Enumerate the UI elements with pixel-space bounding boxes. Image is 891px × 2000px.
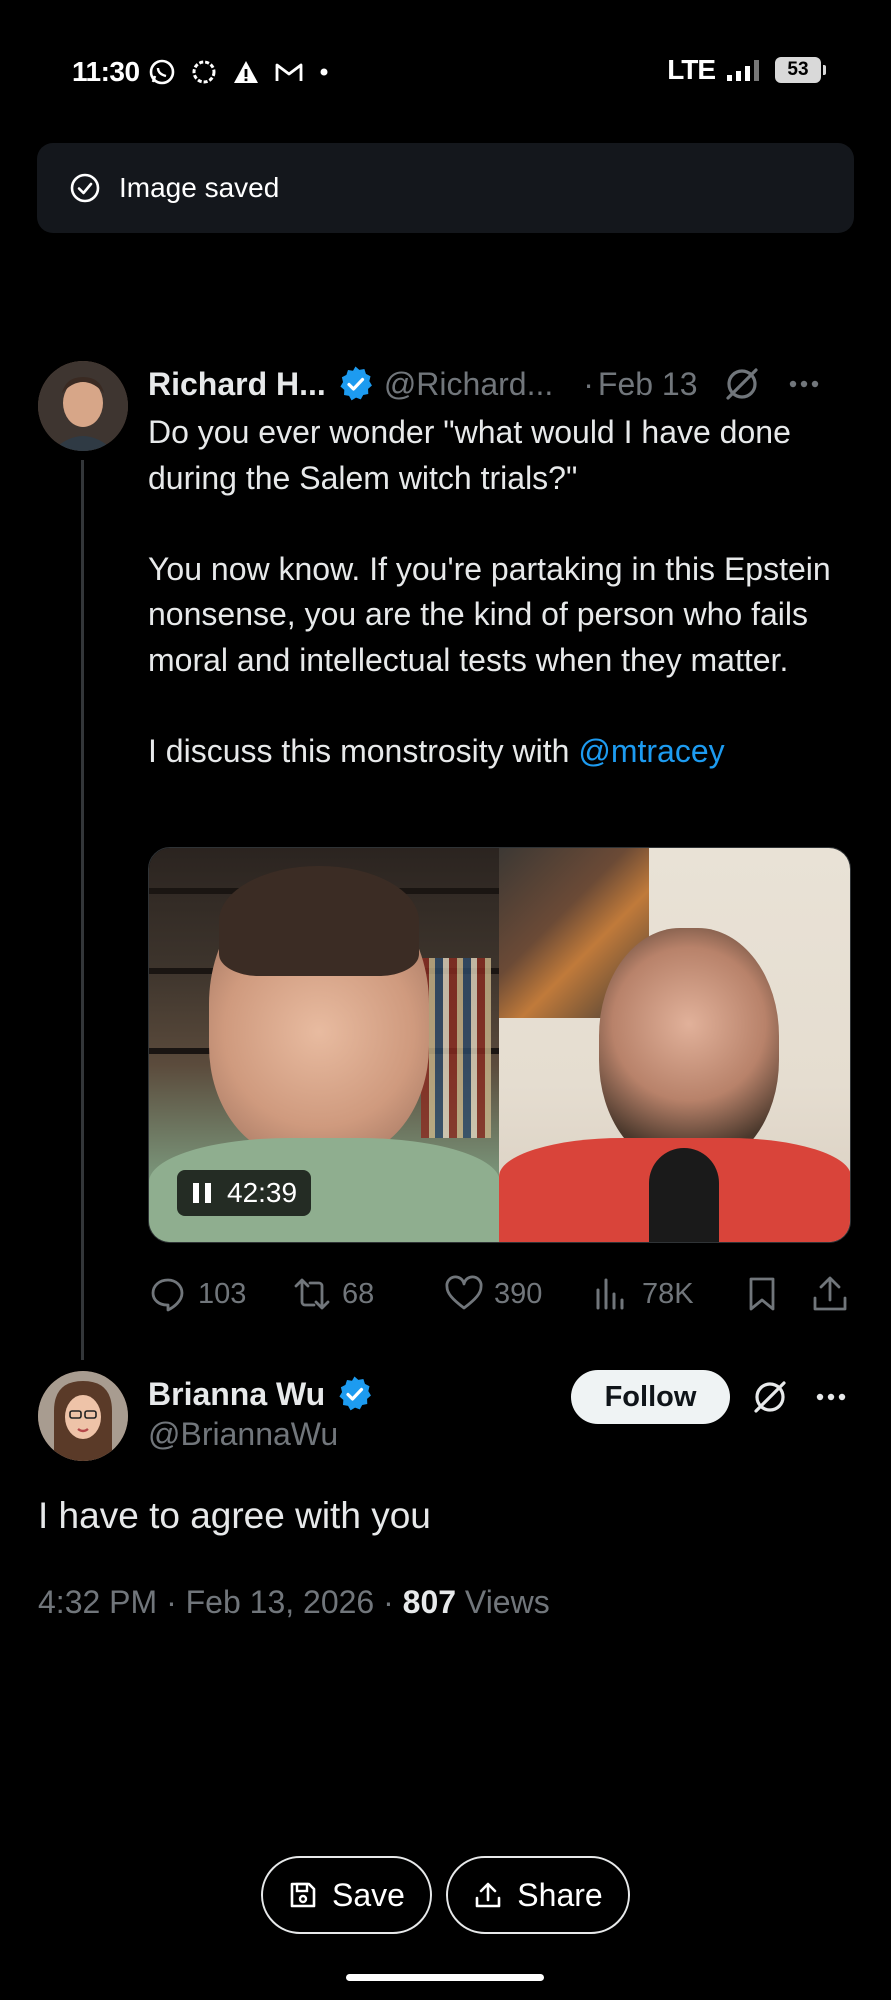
grok-icon[interactable] [750,1377,790,1417]
reply-text: I have to agree with you [38,1495,431,1536]
battery-indicator: 53 [775,57,826,83]
mention-link[interactable]: @mtracey [578,733,724,769]
dot-icon [320,68,328,76]
retweet-count: 68 [342,1277,375,1310]
like-count: 390 [494,1277,543,1310]
reply-views-count[interactable]: 807 [403,1584,456,1620]
tweet-paragraph-2: You now know. If you're partaking in thi… [148,550,831,678]
tweet-header: Richard H... @Richard... · Feb 13 [148,362,853,406]
reply-views-label: Views [456,1584,550,1620]
retweet-button[interactable]: 68 [292,1270,374,1318]
reply-author-name[interactable]: Brianna Wu [148,1376,325,1413]
signal-icon [727,60,759,81]
author-name[interactable]: Richard H... [148,366,326,403]
tweet-paragraph-1: Do you ever wonder "what would I have do… [148,414,791,496]
tweet-actions: 103 68 390 78K [148,1270,853,1318]
share-label: Share [517,1876,603,1913]
views-button[interactable]: 78K [592,1270,694,1318]
more-options-icon[interactable] [811,1377,851,1417]
avatar-richard[interactable] [38,361,128,451]
network-label: LTE [667,54,716,85]
tweet-text: Do you ever wonder "what would I have do… [148,410,858,774]
thread-line [81,460,84,1360]
follow-button[interactable]: Follow [571,1370,730,1424]
retweet-icon [294,1278,330,1310]
pause-icon[interactable] [191,1181,213,1205]
chat-bubble-icon [192,60,216,84]
status-right: LTE 53 [667,54,826,86]
tweet-paragraph-3-text: I discuss this monstrosity with [148,732,579,769]
heart-icon [445,1275,483,1310]
toast-text: Image saved [119,172,280,203]
reply-button[interactable]: 103 [148,1270,246,1318]
status-bar: 11:30 LTE 53 [0,0,891,145]
status-time: 11:30 [72,56,140,87]
video-right-panel [499,848,850,1242]
home-indicator[interactable] [346,1974,544,1981]
save-button[interactable]: Save [261,1856,432,1934]
verified-badge-icon [340,366,372,401]
bookmark-icon [749,1277,775,1311]
views-count: 78K [642,1277,694,1310]
tweet-date[interactable]: Feb 13 [598,366,698,403]
views-chart-icon [596,1278,624,1310]
share-upload-icon [475,1882,501,1908]
bookmark-button[interactable] [742,1270,782,1318]
notification-icons [148,56,330,88]
verified-badge-icon [339,1376,372,1411]
reply-timestamp: 4:32 PM · Feb 13, 2026 · [38,1584,403,1620]
author-handle[interactable]: @Richard... [384,366,553,403]
video-player[interactable]: 42:39 [148,847,851,1243]
share-tweet-button[interactable] [810,1270,850,1318]
more-options-icon[interactable] [784,364,824,404]
like-button[interactable]: 390 [444,1270,542,1318]
reply-count: 103 [198,1277,247,1310]
gmail-icon [275,63,303,81]
avatar-brianna[interactable] [38,1371,128,1461]
reply-header: Brianna Wu [148,1372,383,1416]
separator-dot: · [583,365,594,402]
save-label: Save [332,1876,405,1913]
whatsapp-icon [149,59,175,85]
tweet-paragraph-3: I discuss this monstrosity with @mtracey [148,729,858,775]
grok-icon[interactable] [722,364,762,404]
video-duration: 42:39 [227,1177,298,1208]
video-controls[interactable]: 42:39 [177,1170,312,1216]
warning-icon [234,61,258,83]
share-icon [813,1276,847,1311]
share-button[interactable]: Share [446,1856,630,1934]
save-disk-icon [290,1882,316,1908]
image-saved-toast: Image saved [37,143,854,233]
reply-icon [151,1278,184,1312]
reply-metadata: 4:32 PM · Feb 13, 2026 · 807 Views [38,1584,550,1621]
check-circle-icon [70,173,100,203]
reply-author-handle[interactable]: @BriannaWu [148,1416,338,1453]
